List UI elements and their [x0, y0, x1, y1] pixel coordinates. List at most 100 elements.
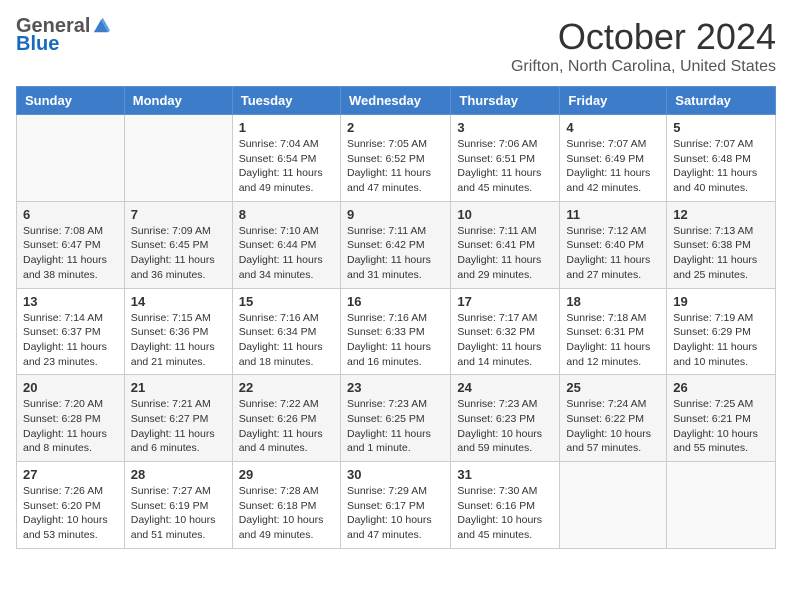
day-info: Sunrise: 7:12 AM Sunset: 6:40 PM Dayligh… [566, 224, 660, 283]
day-number: 22 [239, 380, 334, 395]
day-number: 12 [673, 207, 769, 222]
calendar-cell: 29 Sunrise: 7:28 AM Sunset: 6:18 PM Dayli… [232, 462, 340, 549]
day-number: 5 [673, 120, 769, 135]
day-number: 21 [131, 380, 226, 395]
day-info: Sunrise: 7:16 AM Sunset: 6:33 PM Dayligh… [347, 311, 444, 370]
day-info: Sunrise: 7:25 AM Sunset: 6:21 PM Dayligh… [673, 397, 769, 456]
day-number: 27 [23, 467, 118, 482]
day-number: 31 [457, 467, 553, 482]
calendar-header-thursday: Thursday [451, 87, 560, 115]
calendar-cell: 23 Sunrise: 7:23 AM Sunset: 6:25 PM Dayli… [340, 375, 450, 462]
calendar-cell: 3Sunrise: 7:06 AM Sunset: 6:51 PM Daylig… [451, 115, 560, 202]
day-number: 9 [347, 207, 444, 222]
day-info: Sunrise: 7:04 AM Sunset: 6:54 PM Dayligh… [239, 137, 334, 196]
day-number: 15 [239, 294, 334, 309]
day-info: Sunrise: 7:08 AM Sunset: 6:47 PM Dayligh… [23, 224, 118, 283]
day-number: 25 [566, 380, 660, 395]
calendar-cell: 4 Sunrise: 7:07 AM Sunset: 6:49 PM Daylig… [560, 115, 667, 202]
day-info: Sunrise: 7:05 AM Sunset: 6:52 PM Dayligh… [347, 137, 444, 196]
page-header: General Blue October 2024 Grifton, North… [16, 16, 776, 76]
calendar-cell: 2 Sunrise: 7:05 AM Sunset: 6:52 PM Daylig… [340, 115, 450, 202]
day-info: Sunrise: 7:29 AM Sunset: 6:17 PM Dayligh… [347, 484, 444, 543]
day-info: Sunrise: 7:11 AM Sunset: 6:41 PM Dayligh… [457, 224, 553, 283]
day-number: 23 [347, 380, 444, 395]
calendar-cell: 27 Sunrise: 7:26 AM Sunset: 6:20 PM Dayli… [17, 462, 125, 549]
calendar-cell: 14 Sunrise: 7:15 AM Sunset: 6:36 PM Dayli… [124, 288, 232, 375]
day-info: Sunrise: 7:13 AM Sunset: 6:38 PM Dayligh… [673, 224, 769, 283]
day-number: 26 [673, 380, 769, 395]
calendar-cell: 18Sunrise: 7:18 AM Sunset: 6:31 PM Dayli… [560, 288, 667, 375]
day-info: Sunrise: 7:17 AM Sunset: 6:32 PM Dayligh… [457, 311, 553, 370]
calendar-cell: 1 Sunrise: 7:04 AM Sunset: 6:54 PM Daylig… [232, 115, 340, 202]
day-number: 4 [566, 120, 660, 135]
calendar-cell: 19 Sunrise: 7:19 AM Sunset: 6:29 PM Dayli… [667, 288, 776, 375]
calendar-header-tuesday: Tuesday [232, 87, 340, 115]
calendar-cell: 26 Sunrise: 7:25 AM Sunset: 6:21 PM Dayli… [667, 375, 776, 462]
day-info: Sunrise: 7:14 AM Sunset: 6:37 PM Dayligh… [23, 311, 118, 370]
calendar-header-sunday: Sunday [17, 87, 125, 115]
day-number: 1 [239, 120, 334, 135]
day-number: 20 [23, 380, 118, 395]
day-info: Sunrise: 7:07 AM Sunset: 6:48 PM Dayligh… [673, 137, 769, 196]
day-info: Sunrise: 7:24 AM Sunset: 6:22 PM Dayligh… [566, 397, 660, 456]
title-block: October 2024 Grifton, North Carolina, Un… [511, 16, 776, 76]
calendar-header-monday: Monday [124, 87, 232, 115]
logo-blue-text: Blue [16, 34, 59, 54]
calendar-cell [560, 462, 667, 549]
calendar-week-row: 13 Sunrise: 7:14 AM Sunset: 6:37 PM Dayli… [17, 288, 776, 375]
calendar-cell: 20 Sunrise: 7:20 AM Sunset: 6:28 PM Dayli… [17, 375, 125, 462]
location-text: Grifton, North Carolina, United States [511, 58, 776, 76]
day-info: Sunrise: 7:07 AM Sunset: 6:49 PM Dayligh… [566, 137, 660, 196]
day-info: Sunrise: 7:23 AM Sunset: 6:23 PM Dayligh… [457, 397, 553, 456]
day-info: Sunrise: 7:23 AM Sunset: 6:25 PM Dayligh… [347, 397, 444, 456]
calendar-cell [17, 115, 125, 202]
calendar-cell: 22Sunrise: 7:22 AM Sunset: 6:26 PM Dayli… [232, 375, 340, 462]
calendar-week-row: 1 Sunrise: 7:04 AM Sunset: 6:54 PM Daylig… [17, 115, 776, 202]
day-number: 2 [347, 120, 444, 135]
day-number: 30 [347, 467, 444, 482]
day-info: Sunrise: 7:19 AM Sunset: 6:29 PM Dayligh… [673, 311, 769, 370]
calendar-header-friday: Friday [560, 87, 667, 115]
day-info: Sunrise: 7:11 AM Sunset: 6:42 PM Dayligh… [347, 224, 444, 283]
calendar-cell: 15Sunrise: 7:16 AM Sunset: 6:34 PM Dayli… [232, 288, 340, 375]
calendar-cell: 7Sunrise: 7:09 AM Sunset: 6:45 PM Daylig… [124, 201, 232, 288]
calendar-cell: 12 Sunrise: 7:13 AM Sunset: 6:38 PM Dayli… [667, 201, 776, 288]
day-info: Sunrise: 7:15 AM Sunset: 6:36 PM Dayligh… [131, 311, 226, 370]
day-info: Sunrise: 7:18 AM Sunset: 6:31 PM Dayligh… [566, 311, 660, 370]
calendar-cell: 28 Sunrise: 7:27 AM Sunset: 6:19 PM Dayli… [124, 462, 232, 549]
calendar-cell: 30 Sunrise: 7:29 AM Sunset: 6:17 PM Dayli… [340, 462, 450, 549]
calendar-week-row: 27 Sunrise: 7:26 AM Sunset: 6:20 PM Dayli… [17, 462, 776, 549]
day-number: 19 [673, 294, 769, 309]
day-number: 29 [239, 467, 334, 482]
day-info: Sunrise: 7:28 AM Sunset: 6:18 PM Dayligh… [239, 484, 334, 543]
day-number: 11 [566, 207, 660, 222]
day-info: Sunrise: 7:20 AM Sunset: 6:28 PM Dayligh… [23, 397, 118, 456]
day-info: Sunrise: 7:27 AM Sunset: 6:19 PM Dayligh… [131, 484, 226, 543]
day-number: 3 [457, 120, 553, 135]
day-number: 13 [23, 294, 118, 309]
calendar-table: SundayMondayTuesdayWednesdayThursdayFrid… [16, 86, 776, 549]
day-info: Sunrise: 7:10 AM Sunset: 6:44 PM Dayligh… [239, 224, 334, 283]
calendar-week-row: 6 Sunrise: 7:08 AM Sunset: 6:47 PM Daylig… [17, 201, 776, 288]
day-info: Sunrise: 7:09 AM Sunset: 6:45 PM Dayligh… [131, 224, 226, 283]
day-info: Sunrise: 7:26 AM Sunset: 6:20 PM Dayligh… [23, 484, 118, 543]
calendar-cell: 9 Sunrise: 7:11 AM Sunset: 6:42 PM Daylig… [340, 201, 450, 288]
day-number: 8 [239, 207, 334, 222]
calendar-cell: 6 Sunrise: 7:08 AM Sunset: 6:47 PM Daylig… [17, 201, 125, 288]
calendar-header-saturday: Saturday [667, 87, 776, 115]
day-number: 10 [457, 207, 553, 222]
calendar-cell [667, 462, 776, 549]
logo-icon [92, 17, 110, 35]
calendar-cell: 17Sunrise: 7:17 AM Sunset: 6:32 PM Dayli… [451, 288, 560, 375]
day-number: 16 [347, 294, 444, 309]
day-number: 28 [131, 467, 226, 482]
day-info: Sunrise: 7:21 AM Sunset: 6:27 PM Dayligh… [131, 397, 226, 456]
day-number: 6 [23, 207, 118, 222]
day-number: 14 [131, 294, 226, 309]
calendar-cell: 31 Sunrise: 7:30 AM Sunset: 6:16 PM Dayli… [451, 462, 560, 549]
day-info: Sunrise: 7:30 AM Sunset: 6:16 PM Dayligh… [457, 484, 553, 543]
calendar-cell [124, 115, 232, 202]
calendar-cell: 24Sunrise: 7:23 AM Sunset: 6:23 PM Dayli… [451, 375, 560, 462]
calendar-cell: 13 Sunrise: 7:14 AM Sunset: 6:37 PM Dayli… [17, 288, 125, 375]
month-title: October 2024 [511, 16, 776, 58]
